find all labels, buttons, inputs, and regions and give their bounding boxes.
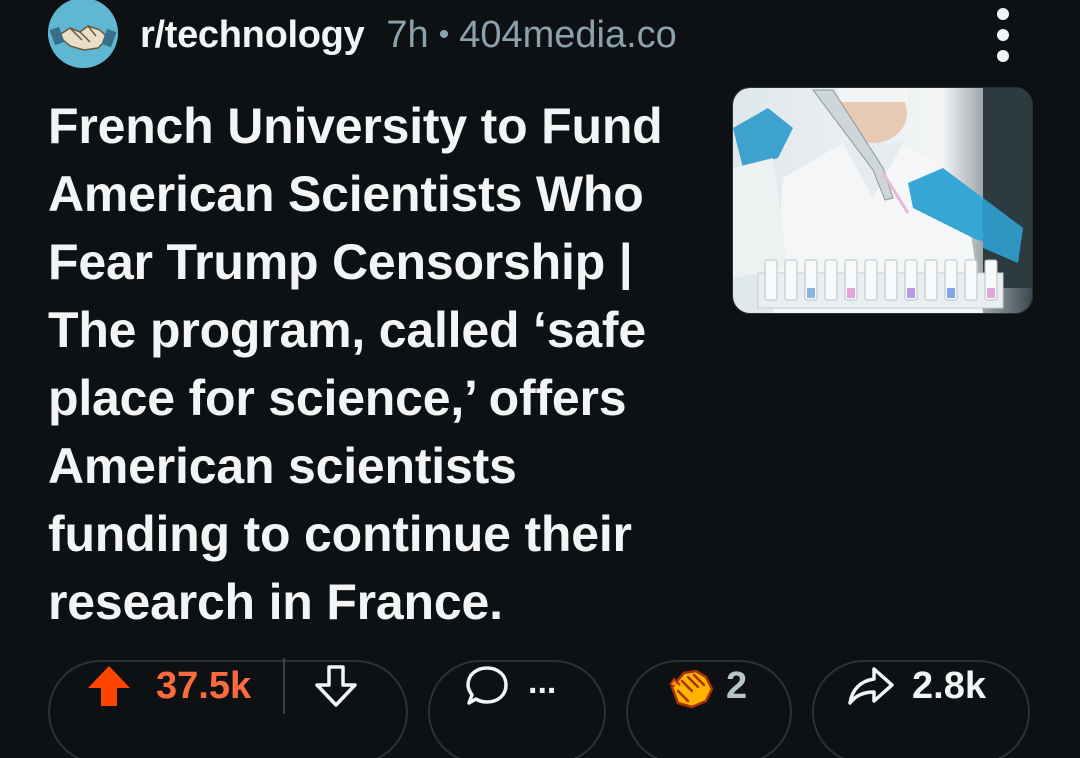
comment-count: ... [528,662,557,701]
comment-bubble-icon [462,661,512,711]
vote-divider [283,658,286,714]
lab-scientist-image [733,88,1032,313]
share-button[interactable]: 2.8k [812,660,1030,758]
post-domain[interactable]: 404media.co [459,14,677,57]
meta-separator: • [438,18,450,51]
post-header: r/technology 7h • 404media.co [48,0,1038,70]
subreddit-name[interactable]: r/technology [140,14,365,57]
kebab-menu-icon[interactable] [988,8,1018,62]
kebab-dot [997,29,1009,41]
kebab-dot [997,50,1009,62]
downvote-arrow-icon[interactable] [311,661,361,711]
subreddit-avatar[interactable] [48,0,118,68]
share-arrow-icon [846,661,896,711]
post-title[interactable]: French University to Fund American Scien… [48,92,688,636]
upvote-arrow-icon[interactable] [84,661,134,711]
award-button[interactable]: 2 [626,660,792,758]
comment-button[interactable]: ... [428,660,606,758]
post-thumbnail[interactable] [732,87,1033,314]
award-hands-icon [666,661,716,711]
kebab-dot [997,8,1009,20]
action-bar: 37.5k ... 2 2.8k [48,658,1038,758]
post-card: r/technology 7h • 404media.co French Uni… [0,0,1080,758]
handshake-avatar-icon [48,0,118,68]
upvote-count: 37.5k [156,664,252,707]
award-count: 2 [726,664,748,707]
share-count: 2.8k [912,664,986,707]
vote-pill: 37.5k [48,658,408,758]
post-time: 7h [386,13,429,56]
